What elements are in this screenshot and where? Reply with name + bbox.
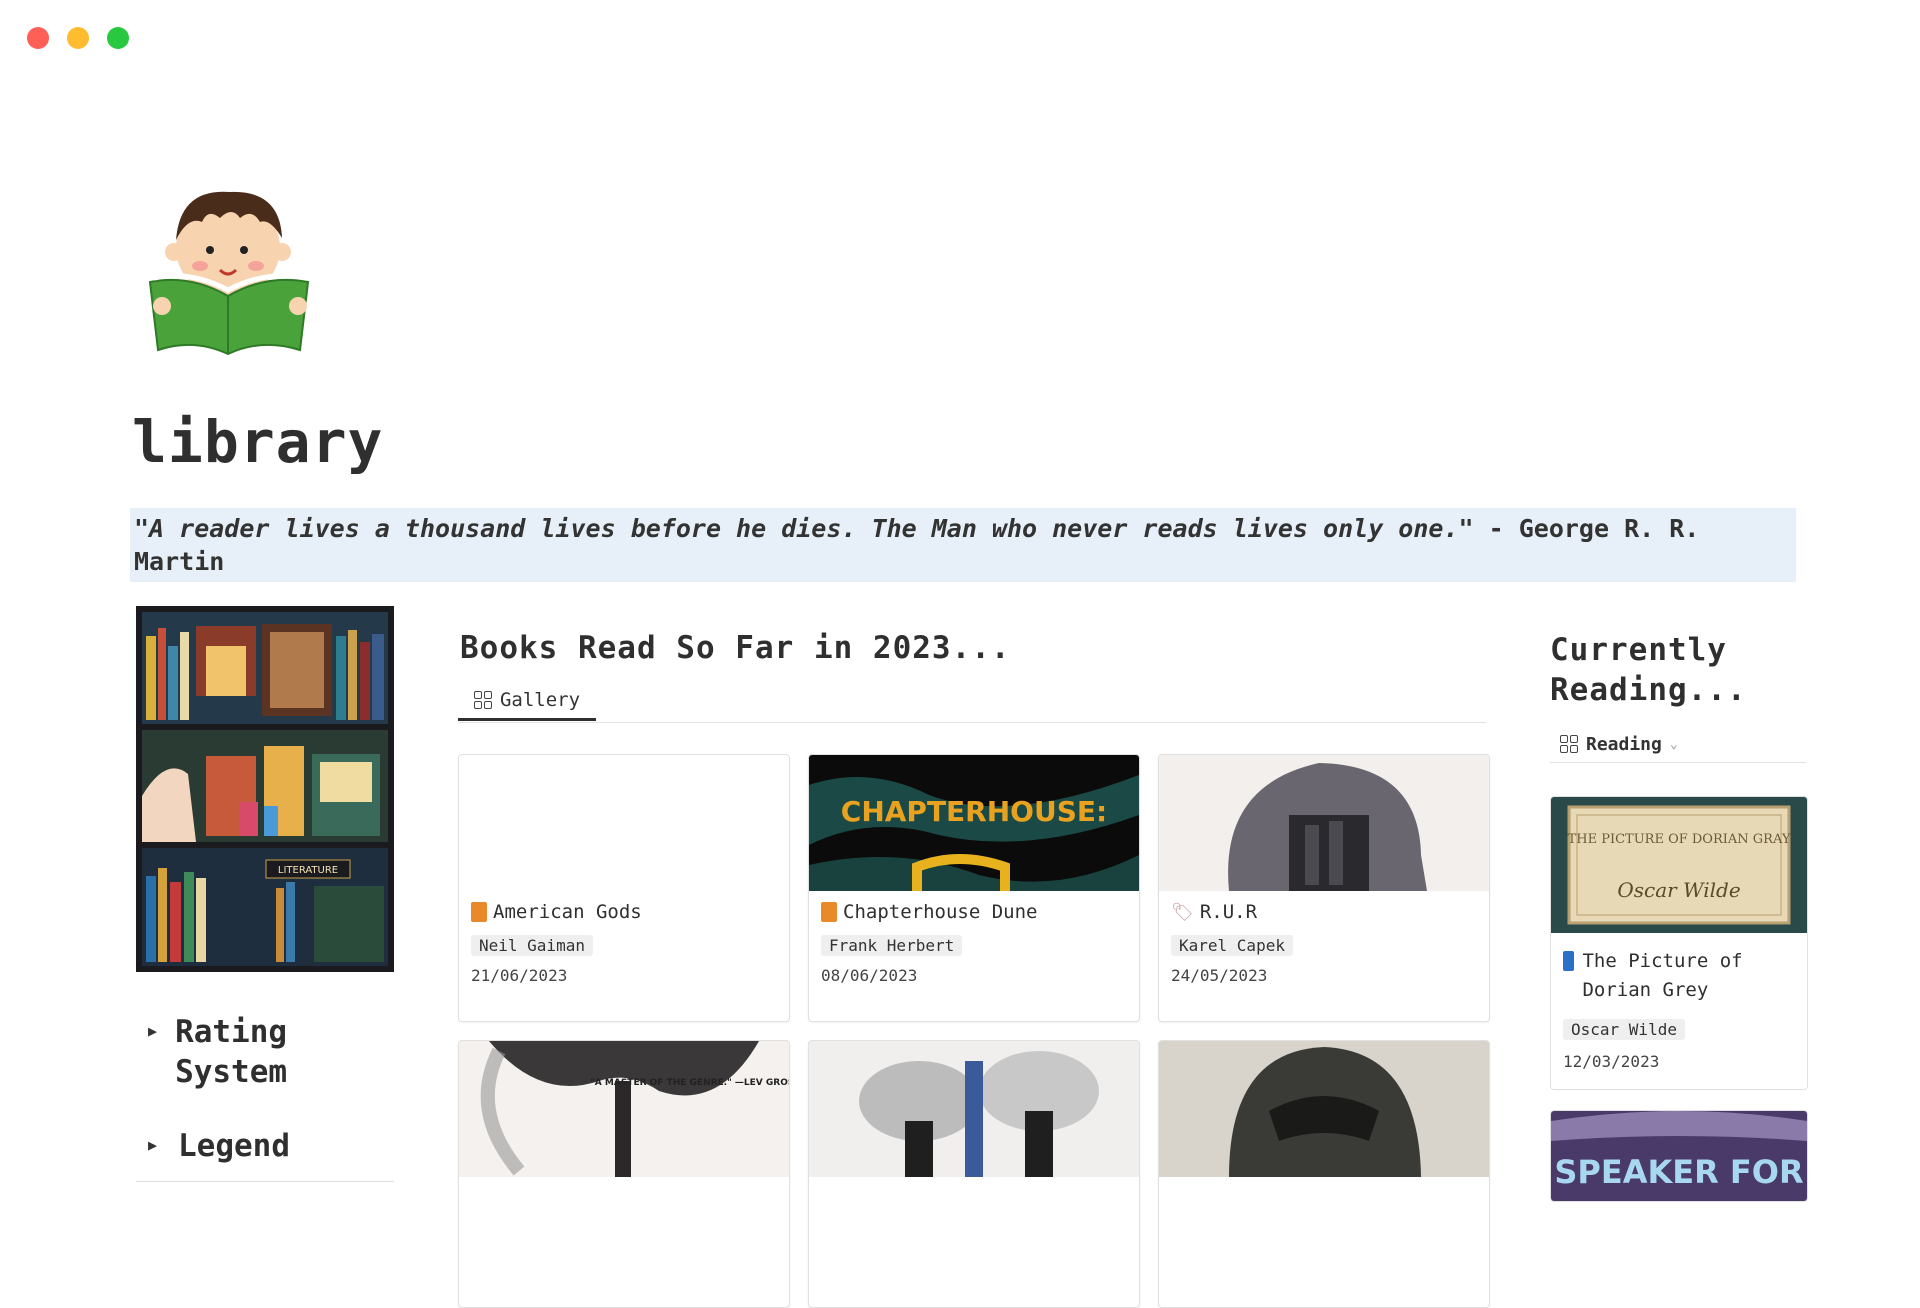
legend-toggle[interactable]: ▶ Legend: [136, 1126, 394, 1166]
author-tag: Karel Capek: [1171, 935, 1293, 956]
author-tag: Oscar Wilde: [1563, 1019, 1685, 1040]
quote-text: "A reader lives a thousand lives before …: [134, 514, 1474, 543]
triangle-right-icon[interactable]: ▶: [148, 1126, 178, 1154]
quote-block: "A reader lives a thousand lives before …: [130, 508, 1796, 582]
minimize-window-button[interactable]: [67, 27, 89, 49]
page-title: library: [132, 408, 384, 476]
divider: [136, 1181, 394, 1182]
maximize-window-button[interactable]: [107, 27, 129, 49]
book-card[interactable]: [1158, 1040, 1490, 1308]
cover-text: CHAPTERHOUSE:: [841, 795, 1107, 828]
rur-cover-art: [1159, 755, 1489, 891]
book-title: American Gods: [493, 901, 642, 923]
read-date: 08/06/2023: [821, 966, 918, 985]
book-cover: CHAPTERHOUSE:: [809, 755, 1139, 891]
owl-cover-art: "A MASTER OF THE GENRE." —LEV GROSSMAN: [459, 1041, 789, 1177]
book-card[interactable]: CHAPTERHOUSE: Chapterhouse Dune Frank He…: [808, 754, 1140, 1022]
tab-label: Reading: [1586, 733, 1662, 755]
gallery-grid-icon: [1560, 735, 1578, 753]
tab-label: Gallery: [499, 689, 581, 711]
gallery-grid-icon: [473, 691, 492, 709]
tab-gallery[interactable]: Gallery: [458, 682, 596, 721]
orange-book-icon: [471, 902, 487, 922]
reading-child-icon[interactable]: [140, 178, 320, 358]
book-cover: [1159, 755, 1489, 891]
read-date: 12/03/2023: [1563, 1052, 1660, 1071]
bookshelf-illustration: LITERATURE: [136, 606, 394, 972]
cover-author: Oscar Wilde: [1617, 878, 1740, 902]
read-date: 24/05/2023: [1171, 966, 1268, 985]
svg-text:LITERATURE: LITERATURE: [278, 865, 338, 876]
chapterhouse-cover-art: CHAPTERHOUSE:: [809, 755, 1139, 891]
rating-system-toggle[interactable]: ▶ Rating System: [136, 1012, 394, 1092]
section-title: Books Read So Far in 2023...: [460, 630, 1011, 666]
towers-cover-art: [809, 1041, 1139, 1177]
tag-icon: 🏷: [1171, 901, 1194, 923]
cover-title: THE PICTURE OF DORIAN GRAY: [1568, 832, 1791, 847]
left-column: LITERATURE ▶ Rating System ▶ Legend: [136, 606, 394, 1166]
book-card[interactable]: THE PICTURE OF DORIAN GRAY Oscar Wilde T…: [1550, 796, 1808, 1090]
book-title: The Picture of Dorian Grey: [1582, 950, 1743, 1001]
book-title: Chapterhouse Dune: [843, 901, 1038, 923]
read-date: 21/06/2023: [471, 966, 568, 985]
triangle-right-icon[interactable]: ▶: [148, 1012, 175, 1040]
book-card[interactable]: 🏷 R.U.R Karel Capek 24/05/2023: [1158, 754, 1490, 1022]
chevron-down-icon[interactable]: ⌄: [1670, 737, 1678, 752]
book-card[interactable]: SPEAKER FOR: [1550, 1110, 1808, 1202]
book-card[interactable]: [808, 1040, 1140, 1308]
speaker-cover-art: SPEAKER FOR: [1551, 1111, 1807, 1201]
blue-book-icon: [1563, 951, 1575, 971]
section-title: Currently Reading...: [1550, 632, 1747, 708]
tab-reading[interactable]: Reading ⌄: [1550, 726, 1806, 763]
book-cover: "A MASTER OF THE GENRE." —LEV GROSSMAN: [459, 1041, 789, 1177]
book-title: R.U.R: [1199, 901, 1258, 923]
close-window-button[interactable]: [27, 27, 49, 49]
book-card[interactable]: American Gods Neil Gaiman 21/06/2023: [458, 754, 790, 1022]
author-tag: Frank Herbert: [821, 935, 963, 956]
window-controls: [27, 27, 129, 49]
book-cover: [809, 1041, 1139, 1177]
view-tabs: Gallery: [458, 682, 1486, 723]
cover-text: "A MASTER OF THE GENRE." —LEV GROSSMAN: [590, 1078, 789, 1088]
currently-reading-section: Currently Reading... Reading ⌄ THE PICTU…: [1550, 630, 1808, 1202]
cover-text: SPEAKER FOR: [1554, 1153, 1803, 1191]
book-cover: [1159, 1041, 1489, 1177]
books-read-section: Books Read So Far in 2023... Gallery Ame…: [458, 630, 1490, 1308]
dorian-gray-cover-art: THE PICTURE OF DORIAN GRAY Oscar Wilde: [1551, 797, 1807, 933]
book-cover: [459, 755, 789, 891]
toggle-label: Legend: [178, 1128, 290, 1164]
toggle-label: Rating System: [175, 1014, 288, 1090]
book-card[interactable]: "A MASTER OF THE GENRE." —LEV GROSSMAN: [458, 1040, 790, 1308]
author-tag: Neil Gaiman: [471, 935, 593, 956]
helmet-cover-art: [1159, 1041, 1489, 1177]
orange-book-icon: [821, 902, 837, 922]
